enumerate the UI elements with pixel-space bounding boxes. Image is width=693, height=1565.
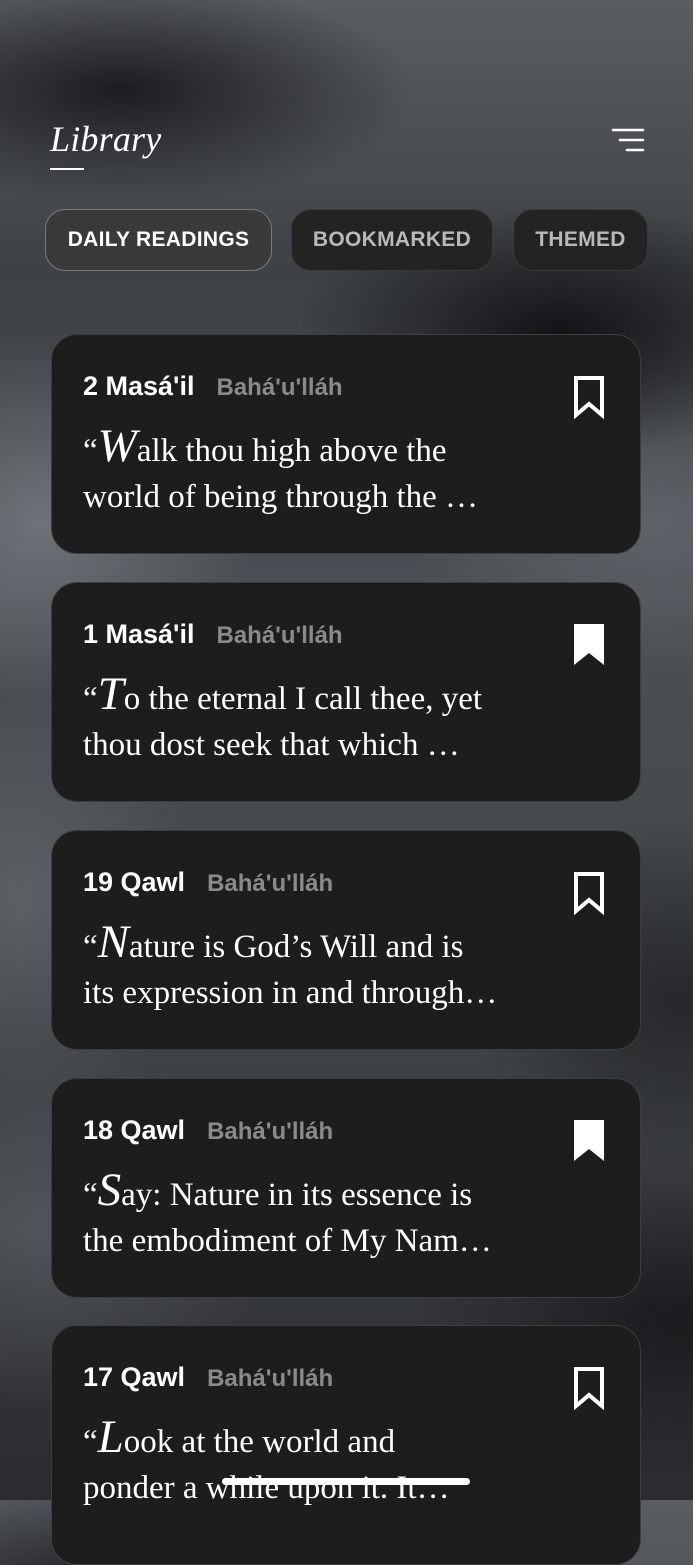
quote-initial: S <box>97 1164 122 1216</box>
menu-icon <box>611 128 645 152</box>
page-title: Library <box>50 119 162 159</box>
tab-daily-readings[interactable]: DAILY READINGS <box>45 209 272 271</box>
card-author: Bahá'u'lláh <box>207 870 334 897</box>
card-reference: 17 Qawl <box>83 1362 186 1392</box>
card-header: 19 Qawl Bahá'u'lláh <box>83 867 333 898</box>
bookmark-button[interactable] <box>572 871 606 916</box>
card-header: 18 Qawl Bahá'u'lláh <box>83 1115 333 1146</box>
reading-card[interactable]: 1 Masá'il Bahá'u'lláh “To the eternal I … <box>51 582 641 802</box>
filter-tabs: DAILY READINGS BOOKMARKED THEMED <box>45 209 655 273</box>
card-reference: 18 Qawl <box>83 1115 186 1145</box>
reading-card[interactable]: 17 Qawl Bahá'u'lláh “Look at the world a… <box>51 1325 641 1565</box>
quote-line-1: ook at the world and <box>123 1424 396 1460</box>
bookmark-outline-icon <box>574 872 604 916</box>
title-underline <box>50 168 84 170</box>
quote-line-1: alk thou high above the <box>136 433 447 469</box>
tab-themed[interactable]: THEMED <box>513 209 648 271</box>
quote-line-2: ponder a while upon it. It… <box>83 1470 450 1506</box>
card-quote: “Say: Nature in its essence is the embod… <box>83 1164 492 1260</box>
card-reference: 2 Masá'il <box>83 371 195 401</box>
reading-card[interactable]: 18 Qawl Bahá'u'lláh “Say: Nature in its … <box>51 1078 641 1298</box>
home-indicator[interactable] <box>222 1478 470 1485</box>
quote-initial: W <box>97 420 137 472</box>
bookmark-outline-icon <box>574 376 604 420</box>
card-header: 17 Qawl Bahá'u'lláh <box>83 1362 333 1393</box>
quote-line-2: the embodiment of My Nam… <box>83 1223 492 1259</box>
header: Library <box>50 118 645 174</box>
bookmark-filled-icon <box>574 624 604 665</box>
card-header: 2 Masá'il Bahá'u'lláh <box>83 371 343 402</box>
card-reference: 1 Masá'il <box>83 619 195 649</box>
quote-line-1: ature is God’s Will and is <box>129 929 464 965</box>
quote-line-2: its expression in and through… <box>83 975 498 1011</box>
menu-button[interactable] <box>611 126 645 154</box>
bookmark-button[interactable] <box>572 1119 606 1163</box>
card-author: Bahá'u'lláh <box>207 1365 334 1392</box>
card-reference: 19 Qawl <box>83 867 186 897</box>
quote-initial: T <box>97 668 124 720</box>
bookmark-outline-icon <box>574 1367 604 1411</box>
card-quote: “Look at the world and ponder a while up… <box>83 1411 450 1507</box>
quote-line-1: ay: Nature in its essence is <box>121 1177 473 1213</box>
bookmark-button[interactable] <box>572 1366 606 1411</box>
quote-line-2: world of being through the … <box>83 479 479 515</box>
card-quote: “Nature is God’s Will and is its express… <box>83 916 498 1012</box>
quote-line-2: thou dost seek that which … <box>83 727 460 763</box>
tab-bookmarked[interactable]: BOOKMARKED <box>291 209 493 271</box>
quote-line-1: o the eternal I call thee, yet <box>123 681 483 717</box>
bookmark-button[interactable] <box>572 375 606 420</box>
bookmark-button[interactable] <box>572 623 606 667</box>
card-author: Bahá'u'lláh <box>216 374 343 401</box>
card-author: Bahá'u'lláh <box>207 1118 334 1145</box>
card-quote: “Walk thou high above the world of being… <box>83 420 479 516</box>
card-quote: “To the eternal I call thee, yet thou do… <box>83 668 483 764</box>
card-author: Bahá'u'lláh <box>216 622 343 649</box>
quote-initial: L <box>97 1411 124 1463</box>
bookmark-filled-icon <box>574 1120 604 1161</box>
card-header: 1 Masá'il Bahá'u'lláh <box>83 619 343 650</box>
reading-card[interactable]: 19 Qawl Bahá'u'lláh “Nature is God’s Wil… <box>51 830 641 1050</box>
quote-initial: N <box>97 916 130 968</box>
reading-card[interactable]: 2 Masá'il Bahá'u'lláh “Walk thou high ab… <box>51 334 641 554</box>
